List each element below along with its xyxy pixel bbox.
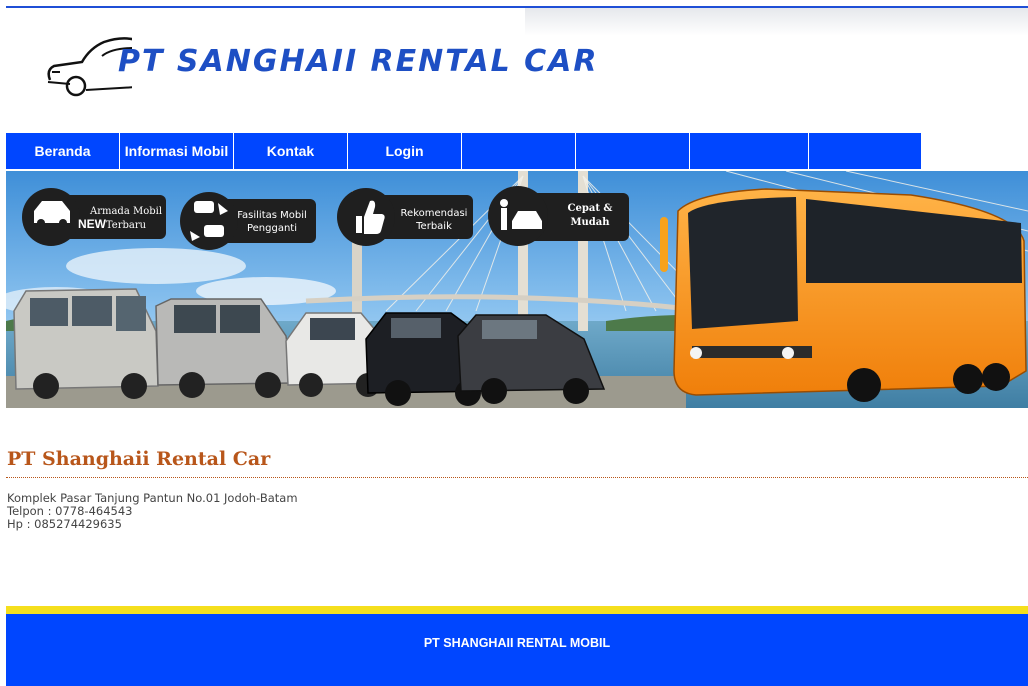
nav-item-login[interactable]: Login	[348, 133, 462, 169]
logo-text: PT SANGHAII RENTAL CAR	[118, 44, 599, 79]
nav-item-beranda[interactable]: Beranda	[6, 133, 120, 169]
badge-cepat-line2: Mudah	[570, 217, 610, 228]
company-title: PT Shanghaii Rental Car	[7, 448, 271, 470]
badge-rekomendasi-line2: Terbaik	[415, 221, 452, 232]
badge-rekomendasi-line1: Rekomendasi	[401, 208, 468, 219]
nav-item-kontak[interactable]: Kontak	[234, 133, 348, 169]
nav-item-empty-3[interactable]	[690, 133, 809, 169]
nav-item-informasi-mobil[interactable]: Informasi Mobil	[120, 133, 234, 169]
badge-fasilitas-mobil	[180, 192, 316, 250]
footer-stripe	[6, 606, 1028, 614]
nav-item-empty-1[interactable]	[462, 133, 576, 169]
badge-armada-line1: Armada Mobil	[89, 206, 162, 217]
title-divider	[6, 477, 1028, 478]
badge-fasilitas-line2: Pengganti	[247, 223, 297, 234]
bus-orange	[660, 188, 1027, 402]
badge-fasilitas-line1: Fasilitas Mobil	[237, 210, 307, 221]
van-silver	[155, 298, 293, 398]
contact-info: Komplek Pasar Tanjung Pantun No.01 Jodoh…	[7, 492, 298, 531]
footer-text: PT SHANGHAII RENTAL MOBIL	[423, 636, 611, 650]
badge-new-tag: NEW	[78, 217, 107, 231]
badge-armada-line2: Terbaru	[106, 220, 147, 231]
mobile-line: Hp : 085274429635	[7, 517, 122, 531]
banner-illustration: NEW Armada Mobil Terbaru Fasilitas Mobil…	[6, 171, 1028, 408]
main-nav: Beranda Informasi Mobil Kontak Login	[6, 133, 922, 169]
badge-cepat-line1: Cepat &	[568, 203, 613, 214]
footer: PT SHANGHAII RENTAL MOBIL	[6, 614, 1028, 686]
nav-item-empty-2[interactable]	[576, 133, 690, 169]
hero-banner: NEW Armada Mobil Terbaru Fasilitas Mobil…	[6, 171, 1028, 408]
header-gradient	[525, 8, 1028, 36]
minibus-silver	[13, 288, 159, 399]
nav-item-empty-4[interactable]	[809, 133, 922, 169]
badge-cepat-mudah	[488, 186, 629, 246]
